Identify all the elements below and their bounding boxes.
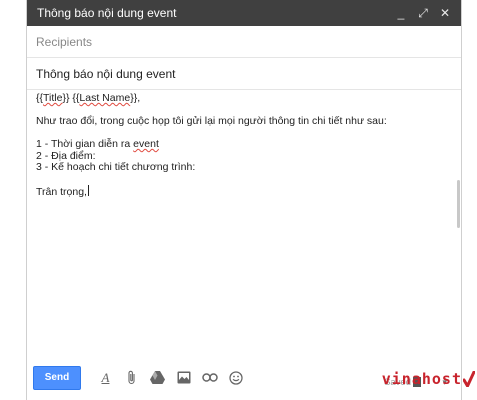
photo-icon[interactable] xyxy=(175,369,192,386)
item-1: 1 - Thời gian diễn ra event xyxy=(36,138,159,150)
attach-icon[interactable] xyxy=(123,369,140,386)
checkmark-icon xyxy=(463,371,475,387)
recipients-placeholder: Recipients xyxy=(36,34,93,49)
item-3: 3 - Kế hoạch chi tiết chương trình: xyxy=(36,161,196,173)
emoji-icon[interactable] xyxy=(227,369,244,386)
title-token: Title xyxy=(43,92,63,104)
closing-line: Trân trọng, xyxy=(36,185,89,198)
text-cursor xyxy=(87,185,89,196)
intro-line: Như trao đổi, trong cuộc họp tôi gửi lại… xyxy=(36,115,387,127)
close-icon[interactable]: ✕ xyxy=(437,5,453,21)
compose-titlebar[interactable]: Thông báo nội dung event _ ⤢ ✕ xyxy=(27,0,461,26)
popout-icon[interactable]: ⤢ xyxy=(415,5,431,21)
message-body[interactable]: {{Title}} {{Last Name}}, Như trao đổi, t… xyxy=(27,91,461,355)
lastname-token: Last Name xyxy=(79,92,131,104)
compose-window: Thông báo nội dung event _ ⤢ ✕ Recipient… xyxy=(26,0,462,400)
formatting-icon[interactable]: A xyxy=(97,369,114,386)
subject-field[interactable]: Thông báo nội dung event xyxy=(27,58,461,90)
vinahost-watermark-logo: vinahost xyxy=(382,370,475,388)
drive-icon[interactable] xyxy=(149,369,166,386)
minimize-icon[interactable]: _ xyxy=(393,5,409,21)
recipients-field[interactable]: Recipients xyxy=(27,26,461,58)
send-button[interactable]: Send xyxy=(33,365,81,390)
watermark-text: vinahost xyxy=(381,370,462,388)
subject-value: Thông báo nội dung event xyxy=(36,66,176,81)
compose-title: Thông báo nội dung event xyxy=(37,6,177,20)
body-scrollbar[interactable] xyxy=(457,180,460,228)
event-word: event xyxy=(133,138,159,150)
greeting-line: {{Title}} {{Last Name}}, xyxy=(36,92,141,104)
link-icon[interactable] xyxy=(201,369,218,386)
